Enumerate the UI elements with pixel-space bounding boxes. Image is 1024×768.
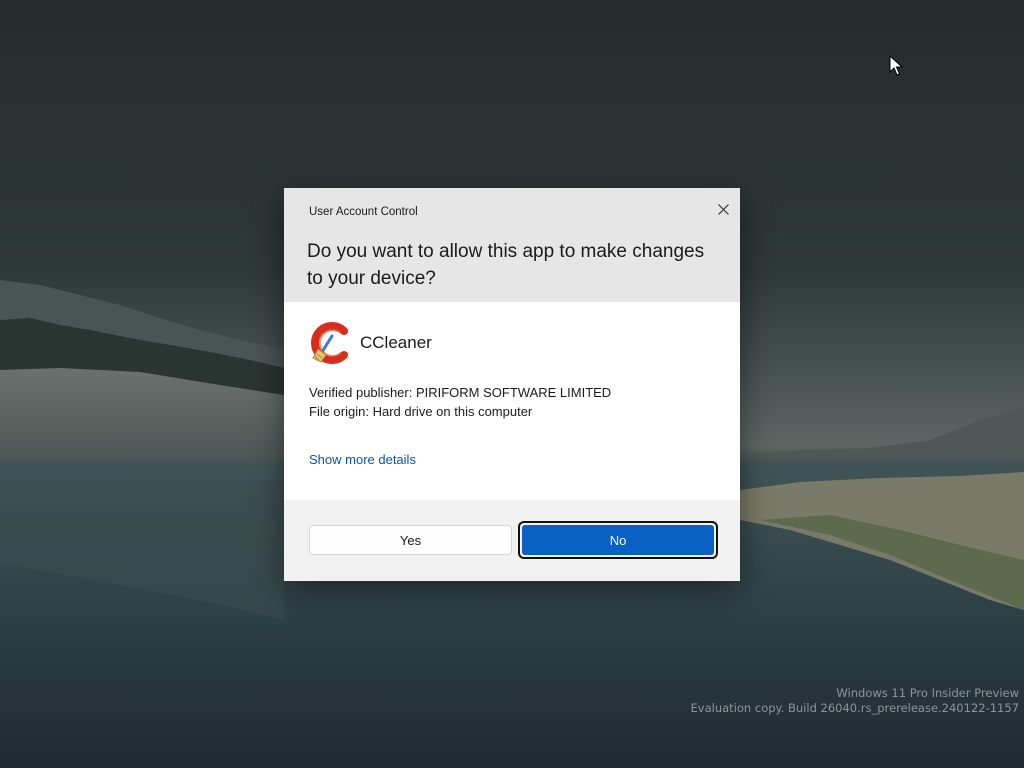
watermark-line-2: Evaluation copy. Build 26040.rs_prerelea… [690, 701, 1019, 715]
os-watermark: Windows 11 Pro Insider Preview Evaluatio… [691, 686, 1019, 716]
ccleaner-icon [308, 322, 350, 364]
watermark-line-1: Windows 11 Pro Insider Preview [836, 686, 1019, 700]
uac-header: User Account Control Do you want to allo… [284, 188, 740, 302]
uac-body: CCleaner Verified publisher: PIRIFORM SO… [284, 302, 740, 500]
dialog-title: User Account Control [309, 206, 418, 218]
app-name: CCleaner [360, 333, 432, 352]
uac-dialog: User Account Control Do you want to allo… [284, 188, 740, 581]
file-origin: File origin: Hard drive on this computer [309, 404, 533, 419]
no-button[interactable]: No [522, 525, 714, 555]
close-button[interactable] [710, 196, 736, 222]
verified-publisher: Verified publisher: PIRIFORM SOFTWARE LI… [309, 385, 612, 400]
mouse-cursor-icon [889, 54, 904, 82]
uac-question: Do you want to allow this app to make ch… [307, 241, 705, 289]
uac-footer: Yes No [284, 500, 740, 581]
close-icon [717, 203, 729, 215]
show-more-details-link[interactable]: Show more details [309, 452, 416, 467]
yes-button[interactable]: Yes [309, 525, 512, 555]
